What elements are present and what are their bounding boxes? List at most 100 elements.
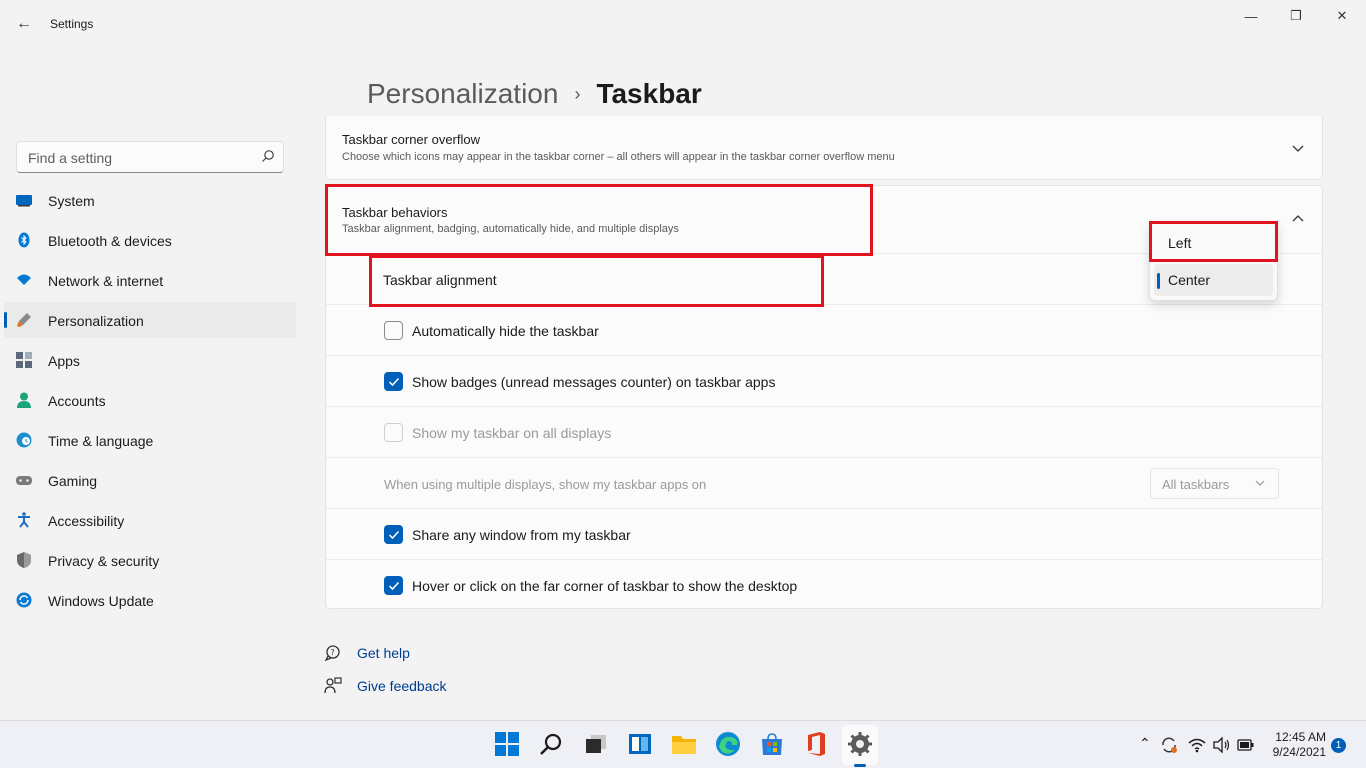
sidebar-nav: System Bluetooth & devices Network & int… bbox=[4, 182, 296, 622]
show-badges-checkbox[interactable] bbox=[384, 372, 403, 391]
checkmark-icon bbox=[388, 530, 400, 540]
sidebar-item-label: Accounts bbox=[48, 393, 106, 409]
accessibility-icon bbox=[18, 512, 30, 528]
search-icon bbox=[262, 150, 274, 162]
sidebar-item-system[interactable]: System bbox=[4, 182, 296, 218]
sidebar-item-label: Windows Update bbox=[48, 593, 154, 609]
sidebar-item-privacy[interactable]: Privacy & security bbox=[4, 542, 296, 578]
alignment-dropdown-menu[interactable]: Left Center bbox=[1149, 221, 1278, 301]
edge-icon[interactable] bbox=[715, 731, 741, 757]
back-button[interactable]: ← bbox=[12, 12, 36, 36]
sidebar-item-label: Gaming bbox=[48, 473, 98, 489]
give-feedback-link[interactable]: Give feedback bbox=[357, 678, 447, 694]
active-app-indicator bbox=[854, 764, 866, 767]
sidebar-item-personalization[interactable]: Personalization bbox=[4, 302, 296, 338]
alignment-option-center[interactable]: Center bbox=[1154, 264, 1273, 296]
card-description: Choose which icons may appear in the tas… bbox=[342, 151, 895, 163]
alignment-option-left[interactable]: Left bbox=[1154, 227, 1273, 259]
task-view-icon[interactable] bbox=[583, 731, 609, 757]
svg-text:?: ? bbox=[331, 648, 335, 657]
search-icon[interactable] bbox=[538, 731, 564, 757]
clock-date: 9/24/2021 bbox=[1272, 745, 1326, 759]
notification-badge[interactable]: 1 bbox=[1331, 738, 1346, 753]
auto-hide-label: Automatically hide the taskbar bbox=[412, 323, 599, 339]
sidebar-item-label: Network & internet bbox=[48, 273, 164, 289]
page-title: Taskbar bbox=[596, 78, 702, 109]
start-icon[interactable] bbox=[494, 731, 520, 757]
taskbar-corner-overflow-card[interactable]: Taskbar corner overflow Choose which ico… bbox=[325, 116, 1323, 180]
sidebar-item-label: Accessibility bbox=[48, 513, 125, 529]
sidebar-item-accounts[interactable]: Accounts bbox=[4, 382, 296, 418]
store-icon[interactable] bbox=[759, 731, 785, 757]
close-button[interactable]: ✕ bbox=[1319, 4, 1365, 28]
file-explorer-icon[interactable] bbox=[671, 731, 697, 757]
sidebar-item-windows-update[interactable]: Windows Update bbox=[4, 582, 296, 618]
card-title: Taskbar corner overflow bbox=[342, 132, 480, 147]
option-label: Left bbox=[1168, 235, 1192, 251]
option-label: Center bbox=[1168, 272, 1211, 288]
tray-overflow-chevron-icon[interactable]: ⌃ bbox=[1139, 735, 1151, 752]
far-corner-checkbox[interactable] bbox=[384, 576, 403, 595]
title-bar: ← Settings — ❐ ✕ bbox=[0, 0, 1366, 48]
chevron-down-icon[interactable] bbox=[1290, 140, 1306, 156]
breadcrumb: Personalization › Taskbar bbox=[367, 78, 702, 110]
chevron-up-icon[interactable] bbox=[1290, 211, 1306, 227]
windows-taskbar: ⌃ 12:45 AM 9/24/2021 1 bbox=[0, 720, 1366, 768]
get-help-link[interactable]: Get help bbox=[357, 645, 410, 661]
share-window-checkbox[interactable] bbox=[384, 525, 403, 544]
widgets-icon[interactable] bbox=[627, 731, 653, 757]
card-title: Taskbar behaviors bbox=[342, 205, 448, 220]
sidebar-item-accessibility[interactable]: Accessibility bbox=[4, 502, 296, 538]
sync-icon[interactable] bbox=[1160, 736, 1178, 754]
apps-icon bbox=[16, 352, 32, 368]
taskbar-alignment-label: Taskbar alignment bbox=[383, 272, 497, 288]
sidebar-item-bluetooth[interactable]: Bluetooth & devices bbox=[4, 222, 296, 258]
checkmark-icon bbox=[388, 377, 400, 387]
volume-icon[interactable] bbox=[1213, 737, 1231, 753]
sidebar-item-label: Bluetooth & devices bbox=[48, 233, 172, 249]
sidebar-item-gaming[interactable]: Gaming bbox=[4, 462, 296, 498]
wifi-icon[interactable] bbox=[1188, 737, 1206, 753]
globe-icon bbox=[16, 432, 32, 448]
sidebar-item-label: Time & language bbox=[48, 433, 154, 449]
search-input[interactable]: Find a setting bbox=[16, 141, 284, 173]
battery-icon[interactable] bbox=[1237, 737, 1255, 753]
sidebar-item-network[interactable]: Network & internet bbox=[4, 262, 296, 298]
sidebar-item-apps[interactable]: Apps bbox=[4, 342, 296, 378]
multi-display-label: When using multiple displays, show my ta… bbox=[384, 477, 707, 492]
share-window-label: Share any window from my taskbar bbox=[412, 527, 631, 543]
wifi-icon bbox=[17, 274, 31, 285]
sidebar-item-time-language[interactable]: Time & language bbox=[4, 422, 296, 458]
option-row[interactable]: Share any window from my taskbar bbox=[326, 508, 1322, 559]
option-row[interactable]: Show badges (unread messages counter) on… bbox=[326, 355, 1322, 406]
show-badges-label: Show badges (unread messages counter) on… bbox=[412, 374, 776, 390]
feedback-icon bbox=[324, 677, 342, 694]
card-description: Taskbar alignment, badging, automaticall… bbox=[342, 223, 679, 235]
app-title: Settings bbox=[50, 17, 94, 31]
office-icon[interactable] bbox=[803, 731, 829, 757]
multi-display-dropdown: All taskbars bbox=[1150, 468, 1279, 499]
brush-icon bbox=[17, 313, 31, 327]
update-icon bbox=[16, 592, 32, 608]
all-displays-label: Show my taskbar on all displays bbox=[412, 425, 612, 441]
auto-hide-checkbox[interactable] bbox=[384, 321, 403, 340]
chevron-down-icon bbox=[1255, 480, 1265, 486]
sidebar-item-label: Privacy & security bbox=[48, 553, 160, 569]
maximize-button[interactable]: ❐ bbox=[1273, 4, 1319, 28]
clock[interactable]: 12:45 AM 9/24/2021 bbox=[1262, 730, 1326, 760]
all-displays-checkbox bbox=[384, 423, 403, 442]
sidebar-item-label: Personalization bbox=[48, 313, 144, 329]
multi-display-row: When using multiple displays, show my ta… bbox=[326, 457, 1322, 508]
clock-time: 12:45 AM bbox=[1275, 730, 1326, 744]
sidebar-item-label: Apps bbox=[48, 353, 80, 369]
breadcrumb-separator-icon: › bbox=[574, 83, 581, 104]
checkmark-icon bbox=[388, 581, 400, 591]
option-row[interactable]: Automatically hide the taskbar bbox=[326, 304, 1322, 355]
settings-icon[interactable] bbox=[847, 731, 873, 757]
system-icon bbox=[16, 195, 32, 207]
sidebar-item-label: System bbox=[48, 193, 95, 209]
minimize-button[interactable]: — bbox=[1228, 4, 1274, 28]
option-row[interactable]: Hover or click on the far corner of task… bbox=[326, 559, 1322, 609]
breadcrumb-parent[interactable]: Personalization bbox=[367, 78, 558, 110]
bluetooth-icon bbox=[18, 232, 30, 248]
